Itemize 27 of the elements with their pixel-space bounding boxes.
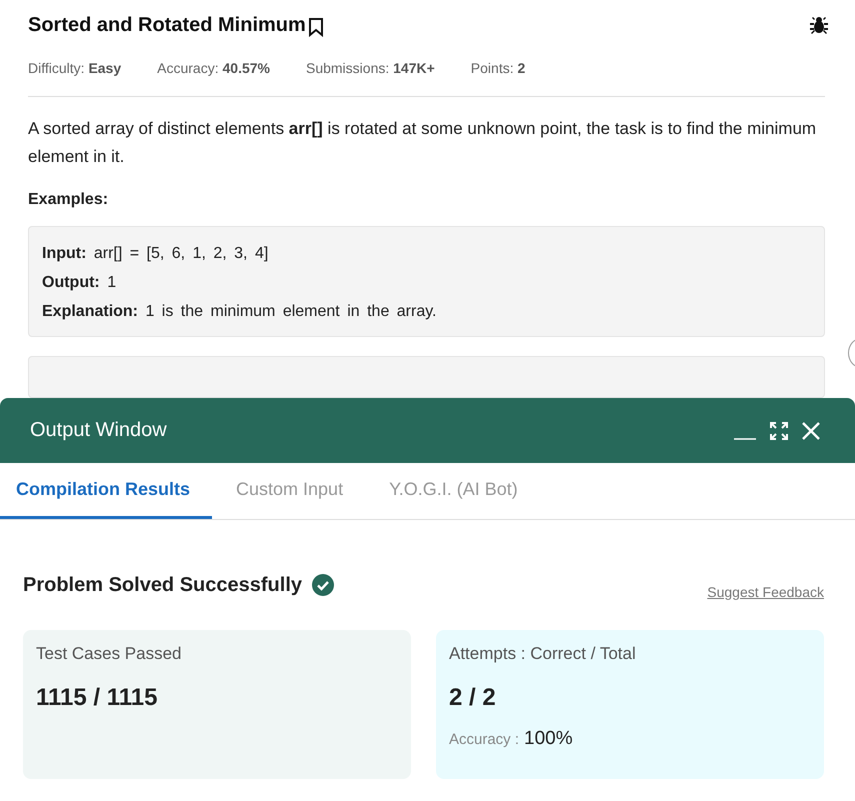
accuracy-label: Accuracy : bbox=[449, 731, 520, 748]
suggest-feedback-link[interactable]: Suggest Feedback bbox=[707, 584, 824, 600]
close-icon[interactable] bbox=[801, 420, 821, 440]
bug-icon[interactable] bbox=[809, 15, 829, 35]
tab[interactable]: Compilation Results bbox=[0, 463, 212, 519]
card-value: 2 / 2 bbox=[449, 684, 497, 712]
card-value: 1115 / 1115 bbox=[36, 684, 158, 712]
card-label: Attempts : Correct / Total bbox=[449, 644, 637, 664]
example-line: Explanation: 1 is the minimum element in the array. bbox=[42, 302, 438, 322]
stat-text: Accuracy: 40.57% bbox=[157, 60, 270, 76]
tab[interactable]: Custom Input bbox=[220, 463, 366, 519]
stat-text: Submissions: 147K+ bbox=[306, 60, 435, 76]
accuracy-value: 100% bbox=[524, 728, 573, 749]
example-line: Input: arr[] = [5, 6, 1, 2, 3, 4] bbox=[42, 244, 270, 264]
examples-heading: Examples: bbox=[28, 191, 110, 209]
expand-icon[interactable] bbox=[769, 420, 789, 440]
stat-text: Points: 2 bbox=[470, 60, 526, 76]
result-heading: Problem Solved Successfully bbox=[23, 574, 302, 596]
example-line: Output: 1 bbox=[42, 273, 118, 293]
card-label: Test Cases Passed bbox=[36, 644, 183, 664]
problem-description: A sorted array of distinct elements arr[] is rotated at some unknown point, the task is to find the minimum element in it. bbox=[28, 118, 818, 168]
stat-text: Difficulty: Easy bbox=[28, 60, 122, 76]
bookmark-icon[interactable] bbox=[308, 17, 324, 37]
window-title: Output Window bbox=[30, 419, 167, 442]
tab[interactable]: Y.O.G.I. (AI Bot) bbox=[373, 463, 540, 519]
check-circle-icon bbox=[312, 574, 334, 596]
problem-title: Sorted and Rotated Minimum bbox=[28, 14, 306, 36]
